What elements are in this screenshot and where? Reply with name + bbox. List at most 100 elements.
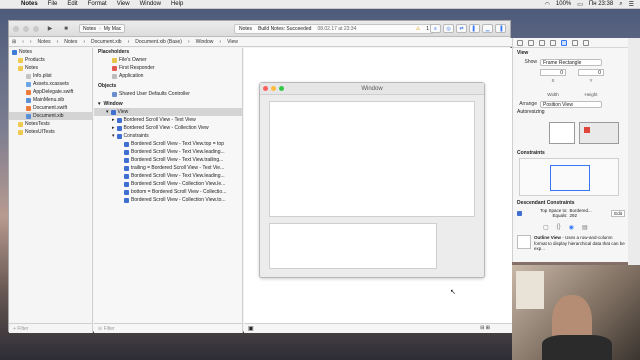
text-scroll-view[interactable]	[269, 101, 475, 217]
navigator-filter-input[interactable]: + Filter	[9, 323, 93, 333]
inspector-scrollbar[interactable]	[628, 38, 640, 265]
standard-editor-button[interactable]: ≡	[430, 24, 441, 33]
menu-view[interactable]: View	[117, 1, 130, 7]
outline-item[interactable]: ▸ Bordered Scroll View - Collection View	[94, 124, 242, 132]
breadcrumb-project[interactable]: Notes	[38, 39, 51, 45]
descendant-constraint-row[interactable]: Top Space to: Equals: Bordered... 292 Ed…	[517, 207, 625, 219]
attributes-inspector-tab[interactable]	[550, 39, 556, 46]
show-dropdown[interactable]: Frame Rectangle	[540, 58, 602, 66]
clock[interactable]: Пн 23:38	[589, 1, 613, 7]
outline-item[interactable]: File's Owner	[94, 56, 242, 64]
breadcrumb-file[interactable]: Document.xib	[91, 39, 122, 45]
menu-format[interactable]: Format	[88, 1, 107, 7]
forward-button[interactable]: ›	[30, 39, 32, 45]
nav-item[interactable]: Products	[9, 56, 92, 64]
outline-section-header[interactable]: Objects	[94, 82, 242, 90]
file-inspector-tab[interactable]	[517, 39, 523, 46]
menu-window[interactable]: Window	[140, 1, 161, 7]
nav-item[interactable]: NotesTests	[9, 120, 92, 128]
outline-toggle-icon[interactable]: ▣	[248, 325, 254, 332]
related-items-icon[interactable]: ⊞	[12, 39, 16, 45]
media-library-icon[interactable]: ▤	[582, 224, 588, 231]
nav-item[interactable]: Notes	[9, 48, 92, 56]
disclosure-closed-icon[interactable]: ▸	[112, 125, 115, 131]
menu-help[interactable]: Help	[171, 1, 183, 7]
constraints-diagram[interactable]	[519, 158, 619, 196]
zoom-window-button[interactable]	[33, 25, 39, 32]
nav-item[interactable]: NotesUITests	[9, 128, 92, 136]
minimize-window-button[interactable]	[23, 25, 29, 32]
x-field[interactable]: 0	[540, 68, 566, 76]
outline-window[interactable]: ▾ Window	[94, 100, 242, 108]
ib-window[interactable]: Window ↖	[259, 82, 485, 296]
constraint-item[interactable]: bottom = Bordered Scroll View - Collecti…	[94, 188, 242, 196]
outline-item[interactable]: Application	[94, 72, 242, 80]
nav-item-selected[interactable]: Document.xib	[9, 112, 92, 120]
outline-filter-input[interactable]: ⊝ Filter	[94, 323, 243, 333]
arrange-dropdown[interactable]: Position View	[540, 100, 602, 108]
nav-item[interactable]: Assets.xcassets	[9, 80, 92, 88]
stop-button[interactable]: ■	[61, 25, 71, 33]
nav-item[interactable]: Notes	[9, 64, 92, 72]
layout-buttons-icon[interactable]: ⊟ ⊞	[480, 325, 490, 331]
battery-icon[interactable]: ▭	[577, 1, 583, 8]
scheme-selector[interactable]: Notes › My Mac	[79, 24, 126, 33]
outline-item[interactable]: ▸ Bordered Scroll View - Text View	[94, 116, 242, 124]
autoresizing-mask-control[interactable]	[549, 122, 575, 144]
bindings-inspector-tab[interactable]	[583, 39, 589, 46]
code-snippet-icon[interactable]: {}	[557, 224, 561, 231]
utilities-toggle-button[interactable]: ▐	[495, 24, 506, 33]
constraint-item[interactable]: Bordered Scroll View - Text View.trailin…	[94, 156, 242, 164]
size-inspector-tab[interactable]	[561, 39, 567, 46]
identity-inspector-tab[interactable]	[539, 39, 545, 46]
nav-item[interactable]: AppDelegate.swift	[9, 88, 92, 96]
breadcrumb-localization[interactable]: Document.xib (Base)	[135, 39, 182, 45]
assistant-editor-button[interactable]: ◎	[443, 24, 454, 33]
constraint-item[interactable]: Bordered Scroll View - Text View.leading…	[94, 172, 242, 180]
menu-file[interactable]: File	[48, 1, 58, 7]
outline-item[interactable]: First Responder	[94, 64, 242, 72]
constraint-item[interactable]: Bordered Scroll View - Text View.leading…	[94, 148, 242, 156]
version-editor-button[interactable]: ⇄	[456, 24, 467, 33]
disclosure-open-icon[interactable]: ▾	[112, 133, 115, 139]
edit-button[interactable]: Edit	[611, 209, 625, 217]
breadcrumb-group[interactable]: Notes	[64, 39, 77, 45]
breadcrumb-window[interactable]: Window	[196, 39, 214, 45]
warning-icon[interactable]: ⚠	[416, 26, 420, 32]
library-item[interactable]: Outline View - Uses a row-and-column for…	[517, 235, 625, 252]
outline-section-header[interactable]: Placeholders	[94, 48, 242, 56]
ib-window-titlebar[interactable]: Window	[260, 83, 484, 95]
back-button[interactable]: ‹	[22, 39, 24, 45]
nav-item[interactable]: MainMenu.xib	[9, 96, 92, 104]
menu-app-name[interactable]: Notes	[21, 1, 38, 7]
warning-count[interactable]: 1	[426, 26, 429, 32]
connections-inspector-tab[interactable]	[572, 39, 578, 46]
disclosure-open-icon[interactable]: ▾	[98, 101, 101, 107]
disclosure-closed-icon[interactable]: ▸	[112, 117, 115, 123]
nav-item[interactable]: Info.plist	[9, 72, 92, 80]
interface-builder-canvas[interactable]: Window ↖ ▣ ⊟ ⊞	[244, 48, 512, 333]
collection-scroll-view[interactable]	[269, 223, 437, 269]
file-template-icon[interactable]: ▢	[543, 224, 549, 231]
constraint-item[interactable]: Bordered Scroll View - Collection View.t…	[94, 196, 242, 204]
constraint-item[interactable]: Bordered Scroll View - Collection View.l…	[94, 180, 242, 188]
close-window-button[interactable]	[13, 25, 19, 32]
run-button[interactable]: ▶	[45, 25, 55, 33]
constraint-item[interactable]: trailing = Bordered Scroll View - Text V…	[94, 164, 242, 172]
navigator-toggle-button[interactable]: ▌	[469, 24, 480, 33]
quick-help-tab[interactable]	[528, 39, 534, 46]
constraint-item[interactable]: Bordered Scroll View - Text View.top = t…	[94, 140, 242, 148]
debug-toggle-button[interactable]: ▁	[482, 24, 493, 33]
menu-list-icon[interactable]: ☰	[629, 1, 634, 8]
menu-edit[interactable]: Edit	[67, 1, 77, 7]
battery-percent[interactable]: 100%	[556, 1, 571, 7]
outline-item[interactable]: ▾ Constraints	[94, 132, 242, 140]
wifi-icon[interactable]: ◠	[545, 1, 550, 8]
outline-item-selected[interactable]: ▾ View	[94, 108, 242, 116]
search-icon[interactable]: ⌕	[619, 1, 622, 8]
breadcrumb-view[interactable]: View	[227, 39, 238, 45]
outline-item[interactable]: Shared User Defaults Controller	[94, 90, 242, 98]
nav-item[interactable]: Document.swift	[9, 104, 92, 112]
y-field[interactable]: 0	[578, 68, 604, 76]
object-library-icon[interactable]: ◉	[569, 224, 574, 231]
